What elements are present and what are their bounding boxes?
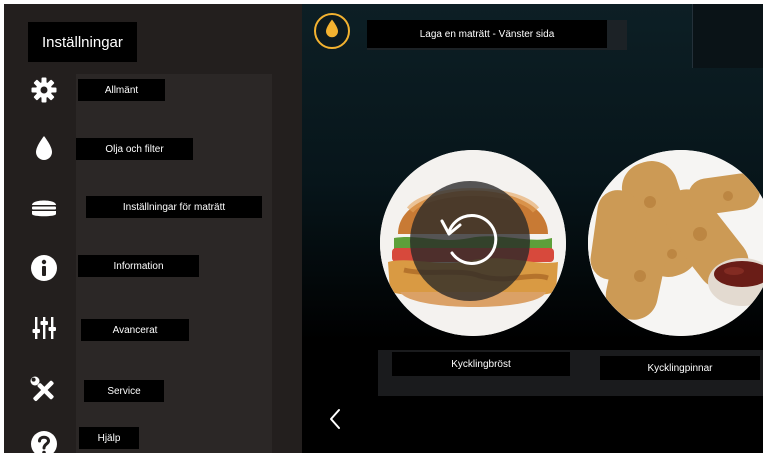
sidebar-item-general[interactable]: Allmänt [4,70,302,110]
burger-icon [28,192,60,224]
sidebar-item-label: Allmänt [78,79,165,101]
oil-status-button[interactable] [314,13,350,49]
sidebar-item-oil-filter[interactable]: Olja och filter [4,128,302,168]
product-label-chicken-breast[interactable]: Kycklingbröst [392,352,570,376]
top-right-panel [692,4,763,68]
settings-sidebar: Inställningar Allmänt Olja och filter In… [4,4,302,453]
sidebar-item-label: Hjälp [79,427,139,449]
help-icon [28,428,60,453]
sidebar-item-information[interactable]: Information [4,248,302,288]
page-title: Laga en maträtt - Vänster sida [367,20,607,48]
sliders-icon [28,312,60,344]
back-chevron-icon [328,408,342,435]
sidebar-item-label: Information [78,255,199,277]
chicken-tenders-image [588,150,763,336]
oil-drop-icon [28,132,60,164]
back-button[interactable] [320,406,350,436]
tools-icon [28,374,60,406]
product-label-chicken-tenders[interactable]: Kycklingpinnar [600,356,760,380]
settings-title: Inställningar [28,22,137,62]
sidebar-item-dish-settings[interactable]: Inställningar för maträtt [4,188,302,228]
sidebar-item-label: Olja och filter [76,138,193,160]
oil-drop-icon [325,19,339,43]
sidebar-item-label: Avancerat [81,319,189,341]
app-frame: Inställningar Allmänt Olja och filter In… [4,4,763,453]
sidebar-item-advanced[interactable]: Avancerat [4,308,302,348]
sidebar-item-help[interactable]: Hjälp [4,422,302,453]
sidebar-item-service[interactable]: Service [4,370,302,410]
reset-button[interactable] [410,181,530,301]
info-icon [28,252,60,284]
sidebar-item-label: Inställningar för maträtt [86,196,262,218]
reset-icon [432,201,508,282]
product-card-chicken-tenders[interactable] [588,150,763,336]
cooking-panel: Laga en maträtt - Vänster sida Kycklingb… [302,4,763,453]
gear-icon [28,74,60,106]
sidebar-item-label: Service [84,380,164,402]
